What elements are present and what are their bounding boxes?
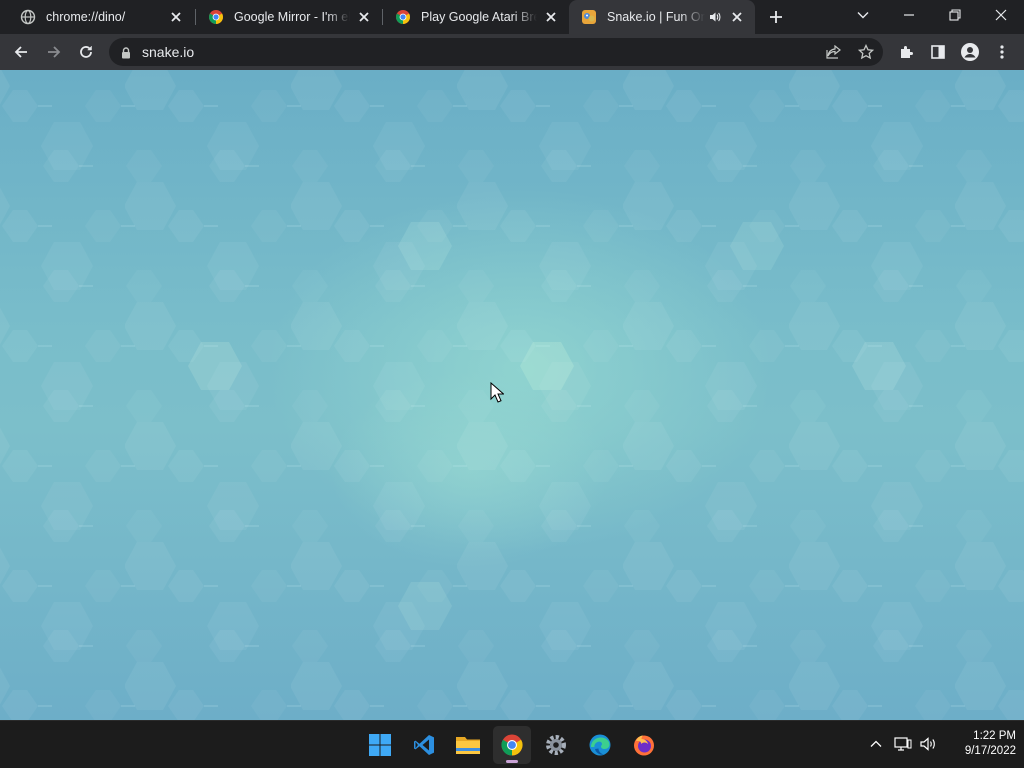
tab-strip: chrome://dino/ Google Mirror - I'm elgoo… [0, 0, 1024, 34]
clock-time: 1:22 PM [973, 730, 1016, 742]
tab-dino[interactable]: chrome://dino/ [8, 0, 194, 34]
snake-io-icon [581, 9, 597, 25]
chrome-icon [208, 9, 224, 25]
extensions-icon[interactable] [892, 38, 920, 66]
tab-title: Google Mirror - I'm elgoog [234, 10, 350, 24]
close-window-button[interactable] [978, 0, 1024, 30]
restore-button[interactable] [932, 0, 978, 30]
hexagon-pattern [0, 70, 1024, 720]
tab-google-mirror[interactable]: Google Mirror - I'm elgoog [196, 0, 382, 34]
close-tab-icon[interactable] [168, 9, 184, 25]
chrome-icon [395, 9, 411, 25]
url-text: snake.io [142, 44, 195, 60]
clock[interactable]: 1:22 PM 9/17/2022 [940, 729, 1016, 759]
chrome-menu-icon[interactable] [988, 38, 1016, 66]
close-tab-icon[interactable] [729, 9, 745, 25]
firefox-icon[interactable] [625, 726, 663, 764]
tab-title: chrome://dino/ [46, 10, 126, 24]
settings-icon[interactable] [537, 726, 575, 764]
start-icon[interactable] [361, 726, 399, 764]
chevron-up-icon[interactable] [866, 734, 886, 754]
browser-window: chrome://dino/ Google Mirror - I'm elgoo… [0, 0, 1024, 720]
tab-title: Play Google Atari Breakout [421, 10, 537, 24]
vscode-icon[interactable] [405, 726, 443, 764]
mouse-cursor-icon [490, 382, 504, 403]
chrome-icon[interactable] [493, 726, 531, 764]
profile-avatar-icon[interactable] [956, 38, 984, 66]
globe-icon [20, 9, 36, 25]
active-app-indicator [506, 760, 518, 763]
tab-title: Snake.io | Fun Online [607, 10, 705, 24]
edge-icon[interactable] [581, 726, 619, 764]
speaker-icon[interactable] [707, 9, 723, 25]
share-icon[interactable] [826, 44, 842, 64]
windows-taskbar: 1:22 PM 9/17/2022 [0, 720, 1024, 768]
tab-atari-breakout[interactable]: Play Google Atari Breakout [383, 0, 569, 34]
network-icon[interactable] [893, 734, 913, 754]
minimize-button[interactable] [886, 0, 932, 30]
forward-button[interactable] [40, 38, 68, 66]
tab-snake-io[interactable]: Snake.io | Fun Online [569, 0, 755, 34]
file-explorer-icon[interactable] [449, 726, 487, 764]
browser-toolbar: snake.io [0, 34, 1024, 70]
close-tab-icon[interactable] [543, 9, 559, 25]
new-tab-button[interactable] [761, 2, 791, 32]
lock-icon[interactable] [121, 46, 131, 64]
snake-io-game-background[interactable] [0, 70, 1024, 720]
address-bar[interactable]: snake.io [109, 38, 883, 66]
reload-button[interactable] [72, 38, 100, 66]
close-tab-icon[interactable] [356, 9, 372, 25]
tab-search-button[interactable] [840, 0, 886, 30]
side-panel-icon[interactable] [924, 38, 952, 66]
bookmark-star-icon[interactable] [857, 43, 875, 65]
back-button[interactable] [7, 38, 35, 66]
clock-date: 9/17/2022 [964, 745, 1016, 757]
volume-icon[interactable] [918, 734, 938, 754]
